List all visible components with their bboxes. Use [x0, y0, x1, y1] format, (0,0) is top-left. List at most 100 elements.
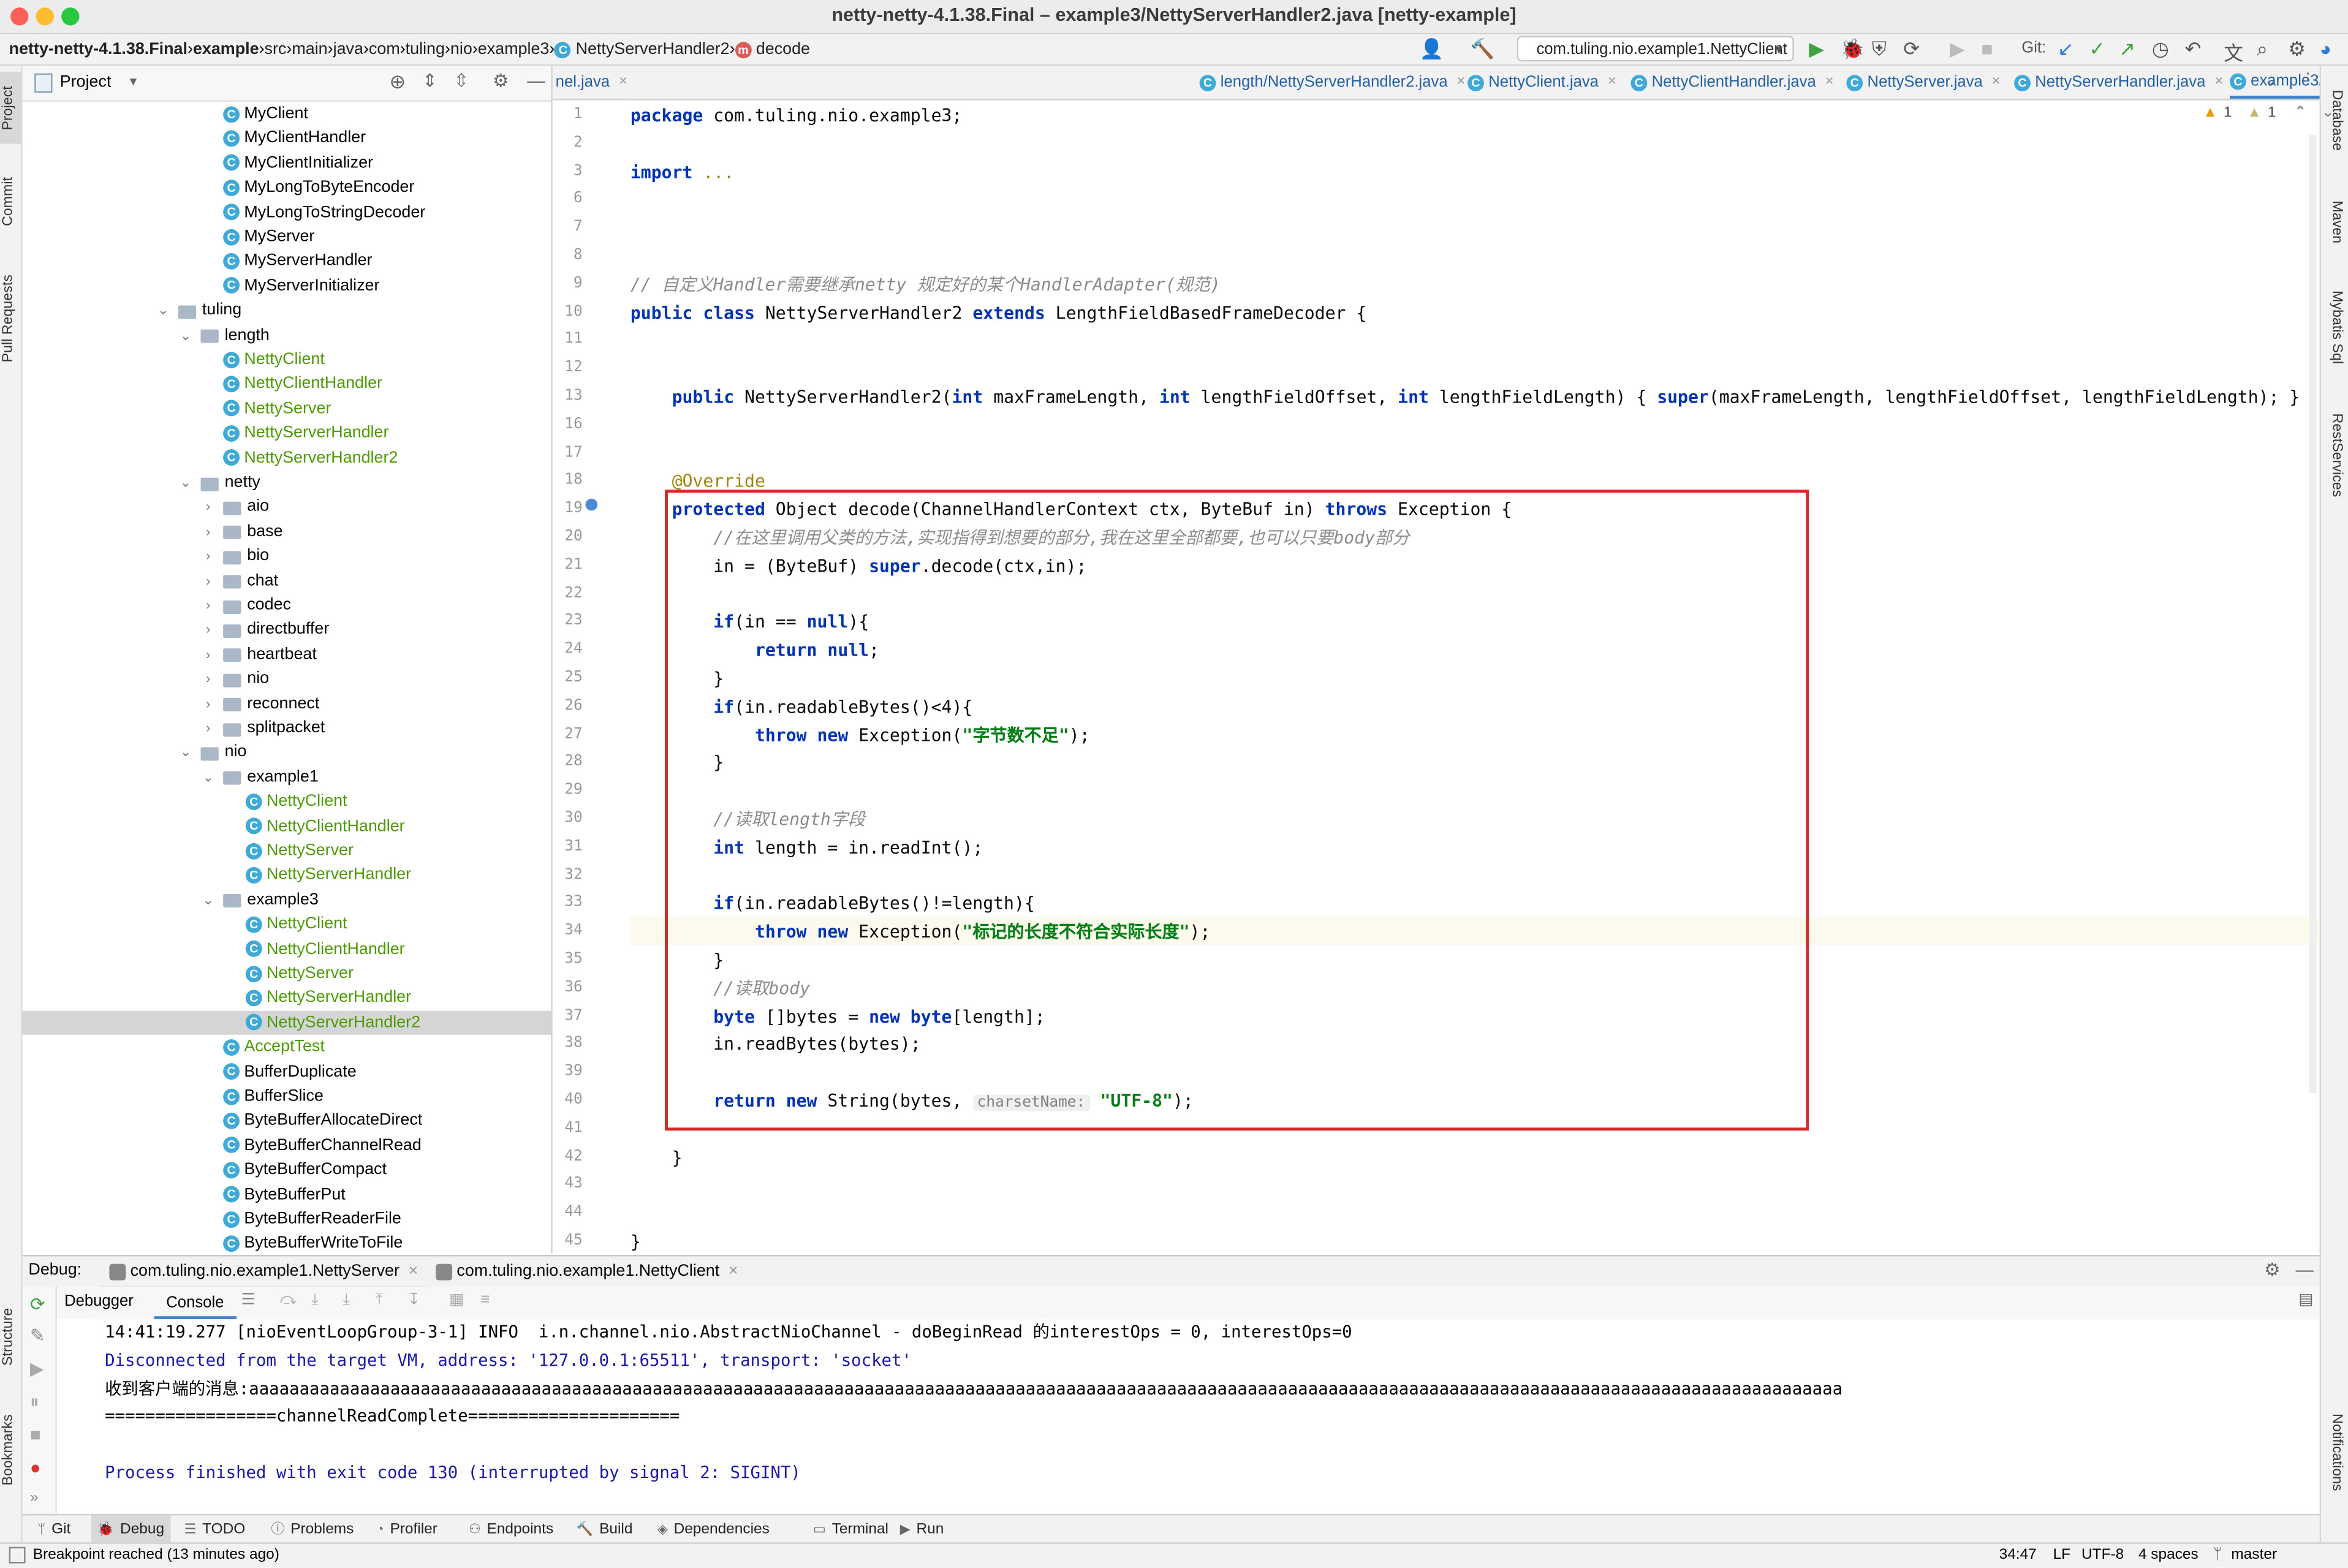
line-number[interactable]: 30 — [553, 810, 582, 827]
chevron-right-icon[interactable]: › — [200, 642, 215, 666]
line-number[interactable]: 1 — [553, 107, 583, 123]
editor-tab[interactable]: C NettyClient.java × — [1468, 66, 1616, 99]
run-disabled-icon[interactable]: ▶ — [1950, 37, 1964, 61]
tree-item[interactable]: C NettyServerHandler — [23, 863, 551, 887]
inspection-widget[interactable]: ▲ 1 ▲ 1 ⌃ ⌄ — [2203, 105, 2334, 121]
tree-item[interactable]: ⌄ length — [23, 323, 551, 347]
tool-window-terminal[interactable]: ▭ Terminal — [807, 1515, 895, 1543]
chevron-up-icon[interactable]: ⌃ — [2294, 105, 2307, 121]
expand-all-icon[interactable]: ⇕ — [422, 70, 437, 91]
line-number[interactable]: 29 — [553, 782, 582, 798]
coverage-icon[interactable]: ⛨ — [1872, 37, 1887, 61]
tree-item[interactable]: C NettyServerHandler2 — [23, 445, 551, 469]
chevron-down-icon[interactable]: ⌄ — [200, 765, 215, 789]
editor-tab[interactable]: Clength/NettyServerHandler2.java × — [1199, 66, 1466, 99]
line-number[interactable]: 31 — [553, 838, 582, 855]
layout-icon[interactable]: ▤ — [2298, 1291, 2313, 1309]
collapse-all-icon[interactable]: ⇳ — [454, 70, 469, 91]
chevron-right-icon[interactable]: › — [200, 544, 215, 568]
tree-item[interactable]: C MyLongToStringDecoder — [23, 200, 551, 224]
tree-item[interactable]: C MyServer — [23, 225, 551, 249]
notifications-tool-button[interactable]: Notifications — [2324, 1414, 2345, 1512]
project-tool-button[interactable]: Project — [0, 72, 21, 144]
tree-item[interactable]: ⌄ example3 — [23, 888, 551, 912]
tree-item[interactable]: C NettyClient — [23, 912, 551, 936]
tree-item[interactable]: C NettyClientHandler — [23, 814, 551, 838]
tree-item[interactable]: C NettyServerHandler — [23, 421, 551, 445]
chevron-right-icon[interactable]: › — [200, 520, 215, 543]
run-to-cursor-icon[interactable]: ↧ — [407, 1291, 421, 1309]
line-number[interactable]: 3 — [553, 162, 583, 179]
override-marker-icon[interactable] — [585, 498, 598, 511]
tool-window-profiler[interactable]: ◔ Profiler — [370, 1515, 444, 1543]
tab-debugger[interactable]: Debugger — [64, 1292, 134, 1310]
rollback-icon[interactable]: ↶ — [2185, 37, 2202, 61]
line-number[interactable]: 19 — [553, 501, 582, 517]
chevron-right-icon[interactable]: › — [200, 494, 215, 518]
line-number[interactable]: 7 — [553, 219, 583, 235]
line-number[interactable]: 12 — [553, 360, 582, 376]
tool-window-dependencies[interactable]: ◈ Dependencies — [651, 1515, 776, 1543]
gear-icon[interactable]: ⚙ — [493, 70, 509, 91]
line-number[interactable]: 33 — [553, 895, 582, 911]
tool-window-debug[interactable]: 🐞 Debug — [91, 1515, 170, 1544]
profile-icon[interactable]: ⟳ — [1903, 37, 1920, 61]
line-number[interactable]: 44 — [553, 1204, 582, 1221]
tree-item[interactable]: C MyClientInitializer — [23, 151, 551, 175]
tree-item[interactable]: › bio — [23, 544, 551, 568]
breadcrumb-item[interactable]: netty-netty-4.1.38.Final — [9, 40, 187, 58]
console-output[interactable]: 14:41:19.277 [nioEventLoopGroup-3-1] INF… — [56, 1319, 2320, 1514]
tree-item[interactable]: C NettyServer — [23, 396, 551, 420]
line-number[interactable]: 13 — [553, 388, 582, 404]
breadcrumb-item[interactable]: main — [292, 40, 327, 58]
breadcrumb-item[interactable]: java — [333, 40, 363, 58]
close-icon[interactable]: × — [1825, 66, 1833, 99]
line-number[interactable]: 38 — [553, 1036, 582, 1052]
editor-tab[interactable]: C NettyServer.java × — [1846, 66, 2001, 99]
line-number[interactable]: 20 — [553, 529, 582, 545]
breadcrumb-item[interactable]: nio — [450, 40, 472, 58]
step-out-icon[interactable]: ⤒ — [376, 1291, 382, 1311]
tree-item[interactable]: C ByteBufferWriteToFile — [23, 1232, 551, 1256]
chevron-right-icon[interactable]: › — [200, 618, 215, 642]
tree-item[interactable]: C NettyServerHandler — [23, 986, 551, 1010]
tree-item[interactable]: C MyLongToByteEncoder — [23, 175, 551, 199]
tree-item[interactable]: C ByteBufferReaderFile — [23, 1207, 551, 1231]
line-number[interactable]: 24 — [553, 641, 582, 657]
breadcrumb-item[interactable]: tuling — [406, 40, 445, 58]
line-number[interactable]: 6 — [553, 191, 583, 207]
maven-tool-button[interactable]: Maven — [2324, 200, 2345, 260]
run-configuration-select[interactable]: com.tuling.nio.example1.NettyClient ▼ — [1517, 36, 1794, 62]
chevron-down-icon[interactable]: ▼ — [127, 75, 139, 88]
editor-tab[interactable]: nel.java × — [556, 66, 627, 99]
close-icon[interactable]: × — [2214, 66, 2223, 99]
chevron-down-icon[interactable]: ⌄ — [178, 470, 193, 494]
tree-item[interactable]: › aio — [23, 494, 551, 518]
tree-item[interactable]: › nio — [23, 667, 551, 691]
breadcrumb-item[interactable]: m decode — [735, 40, 810, 58]
database-tool-button[interactable]: Database — [2324, 90, 2345, 174]
line-number[interactable]: 45 — [553, 1232, 582, 1249]
tree-item[interactable]: C NettyServerHandler2 — [22, 1010, 551, 1035]
tool-window-todo[interactable]: ☰ TODO — [178, 1515, 251, 1543]
line-number[interactable]: 18 — [553, 472, 582, 489]
chevron-down-icon[interactable]: ⌄ — [156, 298, 170, 322]
run-icon[interactable]: ▶ — [1809, 37, 1823, 61]
line-number[interactable]: 22 — [553, 585, 582, 602]
tool-window-endpoints[interactable]: ⚇ Endpoints — [463, 1515, 559, 1543]
tree-item[interactable]: C BufferDuplicate — [23, 1059, 551, 1083]
evaluate-icon[interactable]: ▦ — [449, 1291, 464, 1309]
user-icon[interactable]: 👤 — [1420, 37, 1444, 61]
tab-console[interactable]: Console — [154, 1286, 236, 1320]
line-number[interactable]: 28 — [553, 754, 582, 770]
trace-icon[interactable]: ≡ — [480, 1291, 490, 1309]
chevron-right-icon[interactable]: › — [200, 569, 215, 593]
breadcrumb-item[interactable]: example — [193, 40, 259, 58]
force-step-into-icon[interactable]: ⤓ — [343, 1291, 350, 1311]
toggle-panels-icon[interactable] — [9, 1547, 26, 1564]
more-options-icon[interactable]: ⋮ — [2300, 70, 2316, 88]
tree-item[interactable]: ⌄ tuling — [23, 298, 551, 322]
chevron-down-icon[interactable]: ⌄ — [2322, 105, 2335, 121]
tab-list-icon[interactable]: ⌄ — [2264, 72, 2278, 89]
commit-tool-button[interactable]: Commit — [0, 165, 21, 240]
